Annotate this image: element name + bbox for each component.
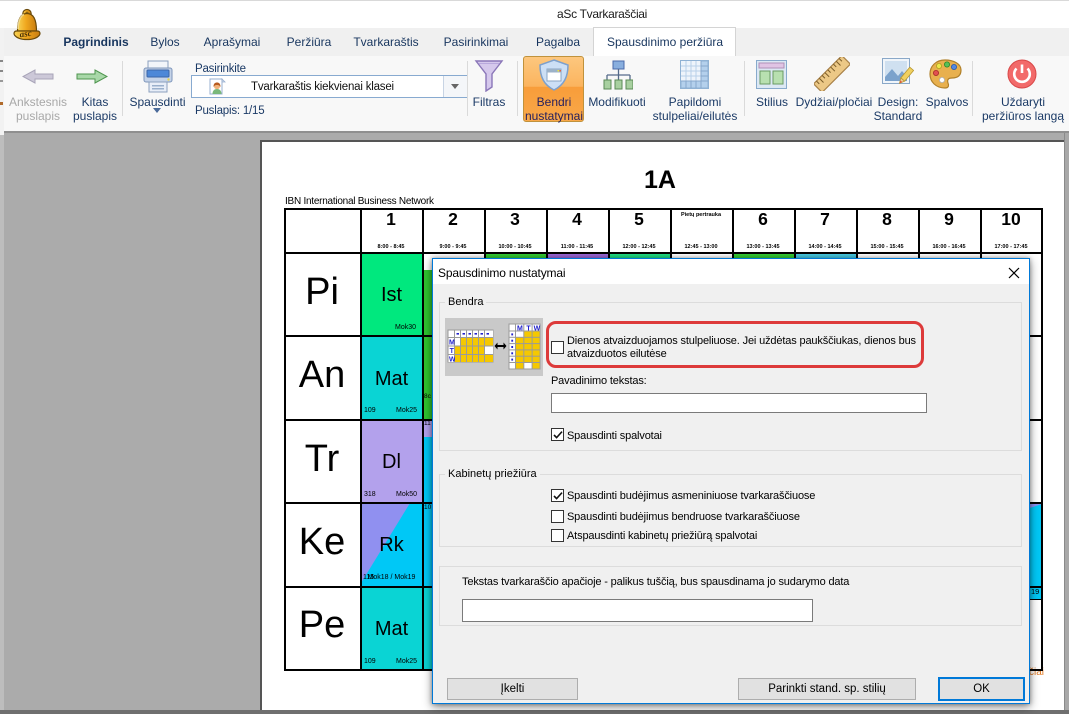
svg-text:T: T [450,348,455,355]
svg-text:M: M [449,340,455,347]
svg-text:T: T [526,325,531,332]
svg-text:asc: asc [19,28,32,40]
svg-text:W: W [449,357,456,364]
svg-text:W: W [534,325,541,332]
svg-text:M: M [517,325,523,332]
